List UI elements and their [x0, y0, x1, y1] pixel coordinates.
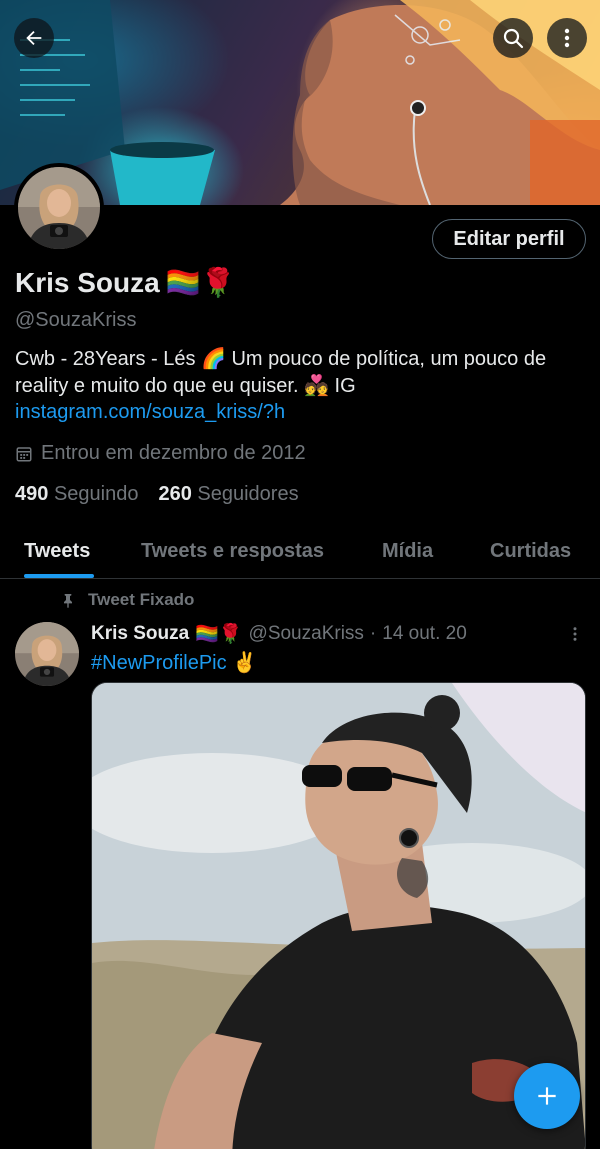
bio-link[interactable]: instagram.com/souza_kriss/?h [15, 401, 285, 423]
tweet-photo [92, 683, 585, 1149]
tweet-header: Kris Souza 🏳️‍🌈🌹 @SouzaKriss · 14 out. 2… [91, 622, 467, 646]
profile-name-text: Kris Souza [15, 266, 160, 298]
following-count: 490 [15, 483, 49, 505]
profile-name-emoji: 🏳️‍🌈🌹 [165, 267, 236, 298]
profile-tabs: Tweets Tweets e respostas Mídia Curtidas [0, 530, 600, 579]
followers-label: Seguidores [197, 483, 299, 505]
tweet-author-emoji: 🏳️‍🌈🌹 [195, 624, 243, 645]
tweet-author-name[interactable]: Kris Souza [91, 623, 189, 645]
pin-icon [64, 594, 72, 608]
tab-tweets[interactable]: Tweets [24, 540, 90, 563]
tweet-separator: · [369, 623, 377, 644]
tweet-author-avatar[interactable] [15, 622, 79, 686]
arrow-left-icon [26, 30, 42, 46]
following-label: Seguindo [53, 483, 139, 505]
profile-bio: Cwb - 28Years - Lés 🌈 Um pouco de políti… [15, 346, 575, 426]
followers-count: 260 [158, 483, 192, 505]
more-options-button[interactable] [547, 18, 587, 58]
bio-text: Cwb - 28Years - Lés 🌈 Um pouco de políti… [15, 348, 547, 397]
tab-likes[interactable]: Curtidas [490, 540, 571, 563]
more-vertical-icon [573, 627, 577, 641]
tweet-more-button[interactable] [566, 624, 584, 649]
tweet-text[interactable]: #NewProfilePic ✌️ [91, 650, 257, 675]
back-button[interactable] [14, 18, 54, 58]
avatar-photo [18, 167, 100, 249]
search-icon [503, 28, 524, 49]
plus-icon [538, 1087, 556, 1105]
joined-text: Entrou em dezembro de 2012 [41, 442, 306, 464]
compose-tweet-button[interactable] [514, 1063, 580, 1129]
calendar-icon [16, 446, 32, 461]
tweet-avatar-photo [15, 622, 79, 686]
following-link[interactable]: 490 Seguindo [15, 483, 138, 506]
tab-tweets-and-replies[interactable]: Tweets e respostas [141, 540, 324, 563]
follow-stats: 490 Seguindo 260 Seguidores [15, 483, 299, 506]
profile-handle: @SouzaKriss [15, 309, 137, 331]
profile-avatar[interactable] [14, 163, 104, 253]
more-vertical-icon [564, 28, 570, 48]
followers-link[interactable]: 260 Seguidores [158, 483, 298, 506]
joined-date: Entrou em dezembro de 2012 [15, 442, 306, 465]
profile-name: Kris Souza 🏳️‍🌈🌹 [15, 266, 235, 299]
search-button[interactable] [493, 18, 533, 58]
edit-profile-button[interactable]: Editar perfil [432, 219, 586, 259]
tweet-date[interactable]: 14 out. 20 [382, 623, 467, 645]
pinned-text: Tweet Fixado [88, 590, 195, 609]
tab-media[interactable]: Mídia [382, 540, 433, 563]
tweet-author-handle[interactable]: @SouzaKriss [249, 623, 364, 645]
pinned-label: Tweet Fixado [60, 590, 194, 610]
tweet-media-image[interactable] [91, 682, 586, 1149]
active-tab-indicator [24, 574, 94, 578]
